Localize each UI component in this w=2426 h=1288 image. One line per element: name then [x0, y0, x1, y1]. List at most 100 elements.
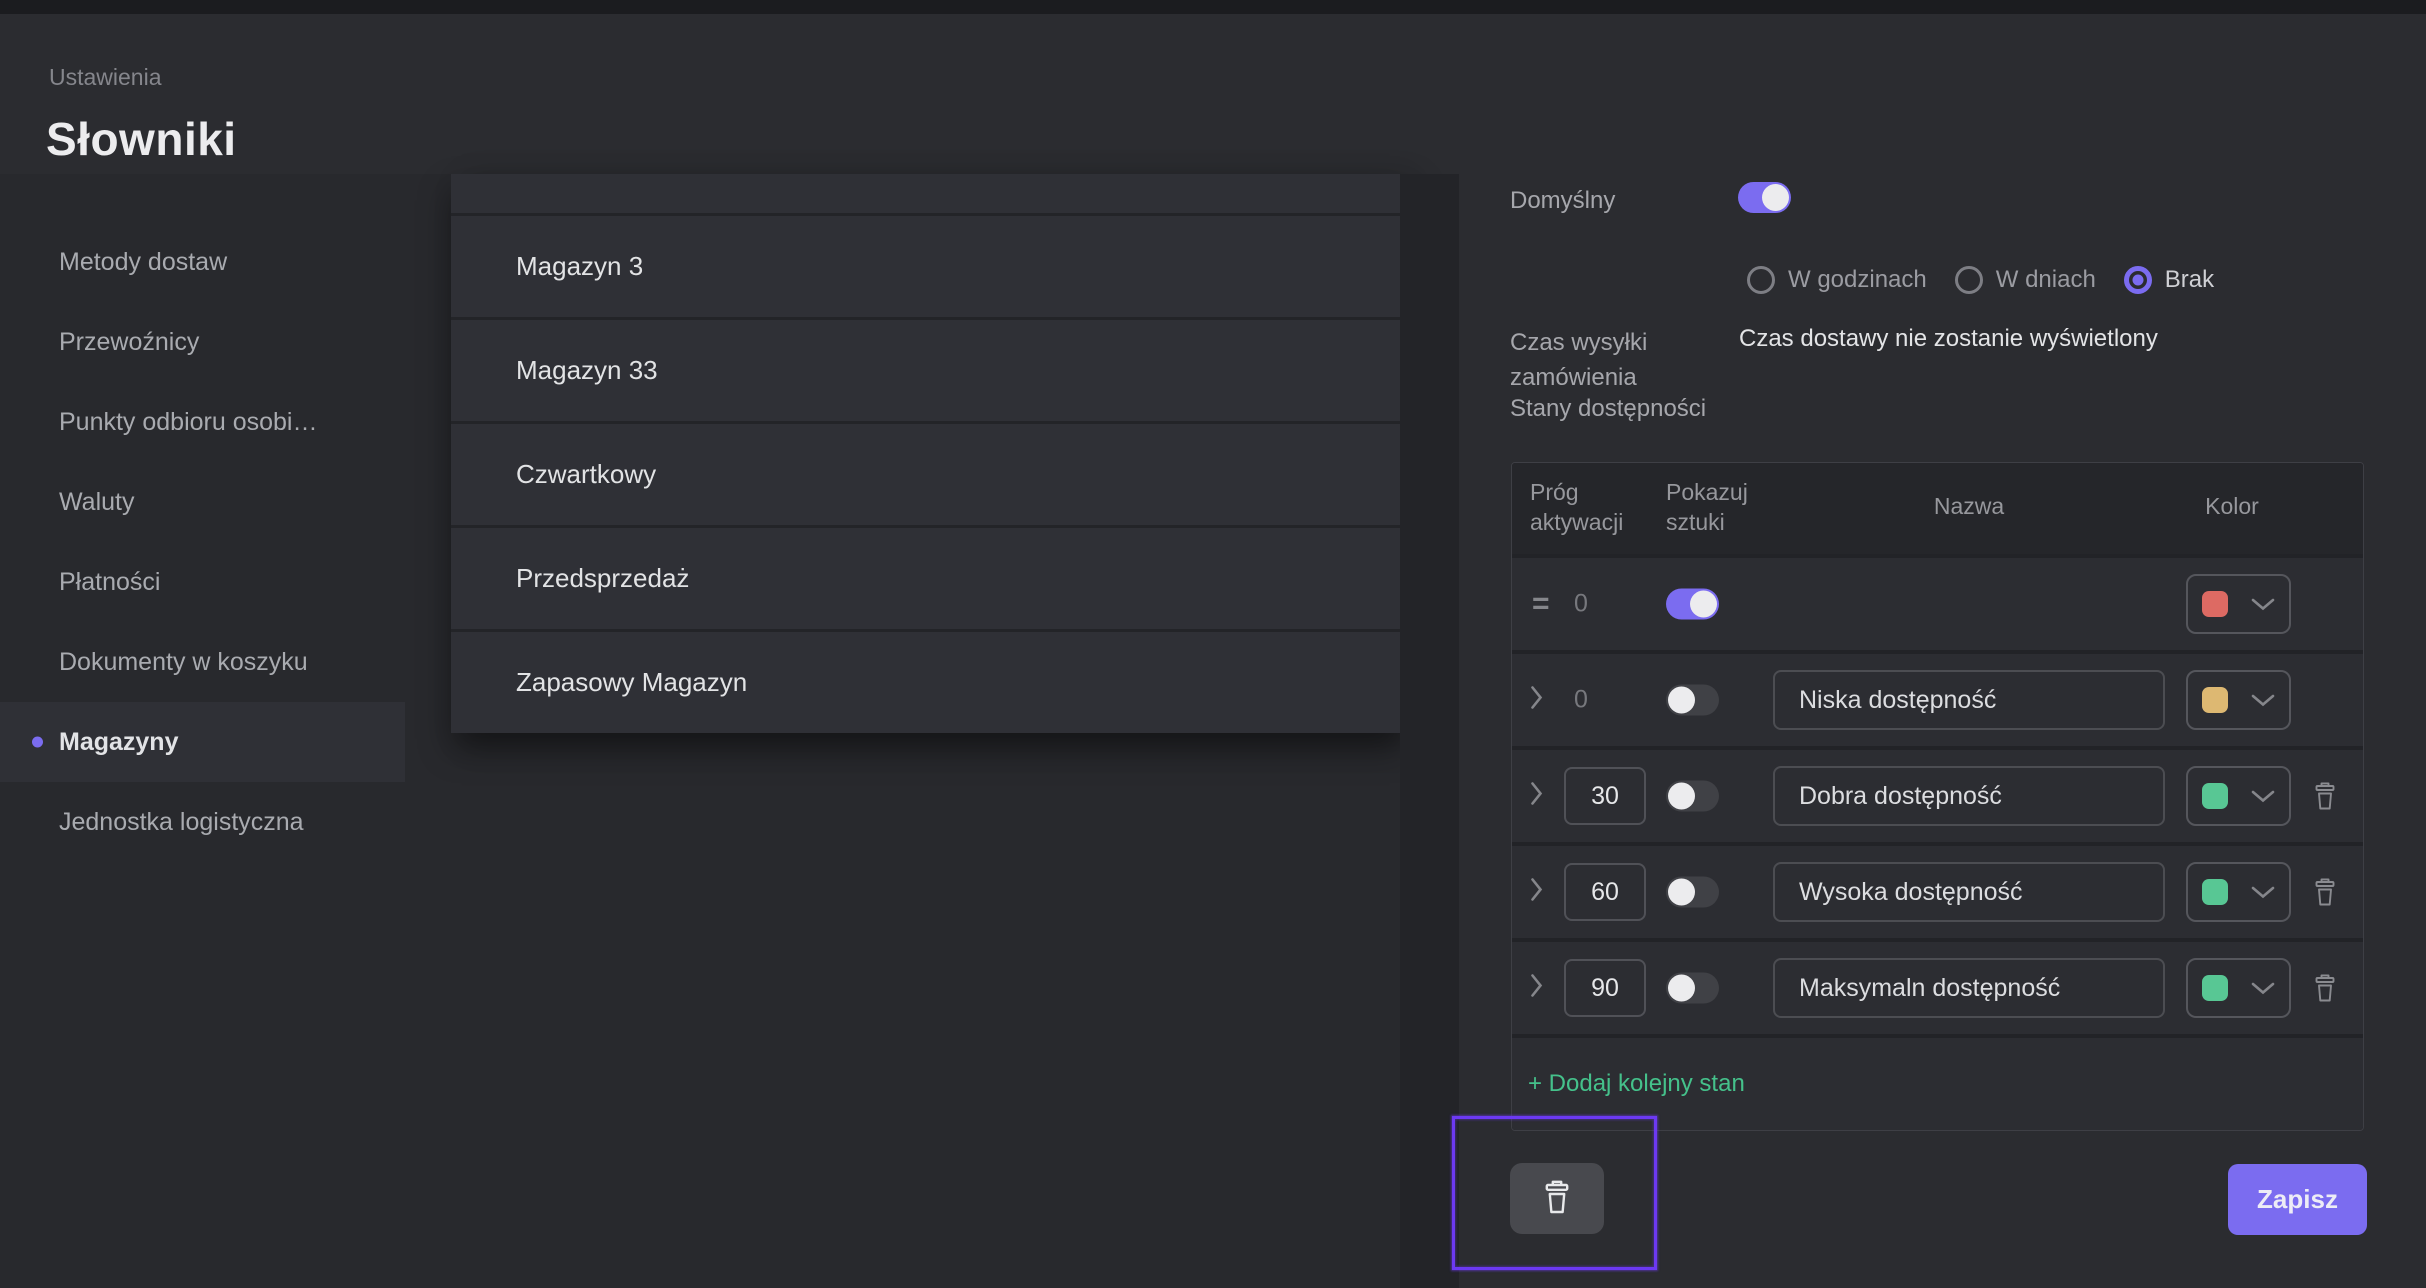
show-units-toggle[interactable]	[1666, 589, 1719, 620]
color-swatch	[2202, 879, 2228, 905]
greater-than-operator-icon	[1530, 878, 1543, 907]
sidebar-item-3[interactable]: Punkty odbioru osobi…	[0, 382, 405, 462]
threshold-value: 0	[1574, 686, 1588, 715]
availability-table-header: Próg aktywacji Pokazuj sztuki Nazwa Kolo…	[1512, 463, 2363, 554]
warehouse-row[interactable]: Zapasowy Magazyn	[451, 629, 1400, 733]
warehouse-row[interactable]: Magazyn 3	[451, 213, 1400, 317]
sidebar-item-2[interactable]: Przewoźnicy	[0, 302, 405, 382]
warehouse-row-label: Magazyn 3	[516, 251, 643, 282]
availability-table-footer: + Dodaj kolejny stan	[1512, 1038, 2363, 1130]
equals-operator-icon: =	[1532, 587, 1550, 621]
color-dropdown[interactable]	[2186, 862, 2291, 922]
threshold-input[interactable]	[1564, 959, 1646, 1017]
warehouse-row-label: Zapasowy Magazyn	[516, 667, 747, 698]
delete-state-button[interactable]	[2310, 780, 2340, 812]
delivery-time-radio-group: W godzinach W dniach Brak	[1747, 266, 2214, 294]
radio-option[interactable]: Brak	[2124, 266, 2214, 294]
availability-row-1: =0	[1512, 558, 2363, 650]
radio-icon[interactable]	[2124, 266, 2152, 294]
greater-than-operator-icon	[1530, 686, 1543, 715]
greater-than-operator-icon	[1530, 782, 1543, 811]
sidebar-item-label: Płatności	[59, 568, 160, 597]
col-color: Kolor	[2172, 491, 2292, 521]
sidebar-item-label: Dokumenty w koszyku	[59, 648, 308, 677]
default-toggle[interactable]	[1738, 182, 1791, 213]
color-dropdown[interactable]	[2186, 766, 2291, 826]
chevron-down-icon	[2251, 790, 2275, 803]
availability-row-3	[1512, 750, 2363, 842]
sidebar-item-7[interactable]: Magazyny	[0, 702, 405, 782]
state-name-input[interactable]	[1773, 958, 2165, 1018]
color-swatch	[2202, 687, 2228, 713]
availability-table: Próg aktywacji Pokazuj sztuki Nazwa Kolo…	[1511, 462, 2364, 1131]
warehouse-row-label: Magazyn 33	[516, 355, 658, 386]
warehouse-row-label: Czwartkowy	[516, 459, 656, 490]
warehouse-row[interactable]: Magazyn 33	[451, 317, 1400, 421]
warehouse-row[interactable]: Czwartkowy	[451, 421, 1400, 525]
color-dropdown[interactable]	[2186, 670, 2291, 730]
page-header: Ustawienia Słowniki	[0, 14, 2426, 174]
delete-state-button[interactable]	[2310, 876, 2340, 908]
threshold-input[interactable]	[1564, 767, 1646, 825]
show-units-toggle[interactable]	[1666, 685, 1719, 716]
show-units-toggle[interactable]	[1666, 877, 1719, 908]
col-name: Nazwa	[1773, 491, 2165, 521]
color-dropdown[interactable]	[2186, 574, 2291, 634]
warehouse-row-partial[interactable]	[451, 174, 1400, 213]
chevron-down-icon	[2251, 694, 2275, 707]
chevron-down-icon	[2251, 982, 2275, 995]
delete-warehouse-button[interactable]	[1510, 1163, 1604, 1234]
availability-row-2: 0	[1512, 654, 2363, 746]
color-swatch	[2202, 591, 2228, 617]
threshold-input[interactable]	[1564, 863, 1646, 921]
warehouse-row-label: Przedsprzedaż	[516, 563, 689, 594]
app-window: Ustawienia Słowniki Metody dostawPrzewoź…	[0, 0, 2426, 1288]
panel-gap	[1400, 174, 1459, 1288]
warehouse-detail-panel: Domyślny W godzinach W dniach Brak Czas wy…	[1459, 174, 2426, 1288]
availability-row-4	[1512, 846, 2363, 938]
sidebar-item-label: Jednostka logistyczna	[59, 808, 304, 837]
add-state-link[interactable]: + Dodaj kolejny stan	[1528, 1070, 1745, 1098]
availability-states-label: Stany dostępności	[1510, 395, 1706, 423]
toggle-knob	[1668, 783, 1695, 810]
save-button[interactable]: Zapisz	[2228, 1164, 2367, 1235]
radio-option[interactable]: W godzinach	[1747, 266, 1927, 294]
shipping-time-value: Czas dostawy nie zostanie wyświetlony	[1739, 325, 2158, 353]
show-units-toggle[interactable]	[1666, 973, 1719, 1004]
toggle-knob	[1690, 591, 1717, 618]
top-strip	[0, 0, 2426, 14]
chevron-down-icon	[2251, 598, 2275, 611]
state-name-input[interactable]	[1773, 670, 2165, 730]
toggle-knob	[1668, 879, 1695, 906]
state-name-input[interactable]	[1773, 766, 2165, 826]
color-dropdown[interactable]	[2186, 958, 2291, 1018]
radio-option[interactable]: W dniach	[1955, 266, 2096, 294]
default-label: Domyślny	[1510, 187, 1615, 215]
sidebar-item-label: Waluty	[59, 488, 134, 517]
chevron-down-icon	[2251, 886, 2275, 899]
active-bullet-icon	[32, 737, 43, 748]
toggle-knob	[1668, 975, 1695, 1002]
col-show-units: Pokazuj sztuki	[1666, 477, 1786, 537]
toggle-knob	[1668, 687, 1695, 714]
settings-sidebar: Metody dostawPrzewoźnicyPunkty odbioru o…	[0, 174, 405, 862]
sidebar-item-6[interactable]: Dokumenty w koszyku	[0, 622, 405, 702]
sidebar-item-4[interactable]: Waluty	[0, 462, 405, 542]
radio-label: W dniach	[1996, 266, 2096, 294]
show-units-toggle[interactable]	[1666, 781, 1719, 812]
col-threshold: Próg aktywacji	[1530, 477, 1650, 537]
warehouse-list: Magazyn 3 Magazyn 33 Czwartkowy Przedsprzed…	[451, 174, 1400, 733]
shipping-time-label: Czas wysyłki zamówienia	[1510, 325, 1725, 395]
sidebar-item-1[interactable]: Metody dostaw	[0, 222, 405, 302]
warehouse-row[interactable]: Przedsprzedaż	[451, 525, 1400, 629]
greater-than-operator-icon	[1530, 974, 1543, 1003]
sidebar-item-5[interactable]: Płatności	[0, 542, 405, 622]
state-name-input[interactable]	[1773, 862, 2165, 922]
breadcrumb: Ustawienia	[49, 64, 162, 91]
color-swatch	[2202, 975, 2228, 1001]
page-title: Słowniki	[46, 112, 237, 166]
radio-icon[interactable]	[1747, 266, 1775, 294]
radio-icon[interactable]	[1955, 266, 1983, 294]
delete-state-button[interactable]	[2310, 972, 2340, 1004]
sidebar-item-8[interactable]: Jednostka logistyczna	[0, 782, 405, 862]
